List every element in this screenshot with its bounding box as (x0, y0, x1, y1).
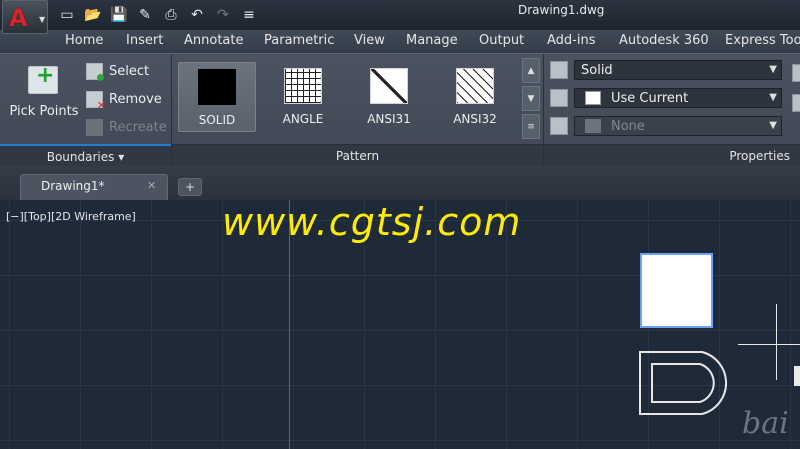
hatch-color-select[interactable]: Use Current ▼ (574, 88, 782, 108)
tab-express-tools[interactable]: Express Tools (725, 33, 800, 48)
recreate-button[interactable]: Recreate (86, 116, 167, 138)
background-color-value: None (611, 118, 645, 134)
properties-title-text: Properties (729, 149, 790, 163)
chevron-down-icon: ▼ (769, 120, 777, 131)
angle-swatch (284, 68, 322, 104)
watermark-logo: bai (742, 406, 789, 441)
new-icon[interactable]: ▭ (56, 5, 78, 25)
pick-points-button[interactable]: Pick Points (8, 62, 80, 130)
tab-home[interactable]: Home (65, 33, 103, 48)
ansi32-swatch (456, 68, 494, 104)
pattern-ansi32[interactable]: ANSI32 (436, 62, 514, 132)
ribbon: Pick Points Select Remove Recreate Bound… (0, 54, 800, 166)
document-title: Drawing1.dwg (518, 3, 605, 17)
remove-icon (86, 90, 106, 112)
chevron-down-icon: ▼ (39, 15, 46, 24)
hatch-type-icon (550, 61, 568, 79)
ribbon-tabs: Home Insert Annotate Parametric View Man… (0, 30, 800, 54)
quick-access-toolbar: ▭ 📂 💾 ✎ ⎙ ↶ ↷ ≡ (56, 4, 260, 26)
file-tab-label: Drawing1* (41, 179, 105, 193)
boundaries-panel: Pick Points Select Remove Recreate Bound… (0, 54, 172, 166)
pattern-panel: SOLID ANGLE ANSI31 ANSI32 ▲ ▼ ≡ Pattern (172, 54, 544, 166)
tab-insert[interactable]: Insert (126, 33, 163, 48)
solid-hatch-square[interactable] (640, 253, 713, 328)
scroll-down-button[interactable]: ▼ (522, 86, 540, 111)
tab-output[interactable]: Output (479, 33, 524, 48)
hatch-type-value: Solid (581, 62, 613, 78)
d-shape-outline[interactable] (638, 350, 742, 416)
application-menu-button[interactable]: A ▼ (2, 0, 48, 34)
pattern-solid[interactable]: SOLID (178, 62, 256, 132)
background-color-select[interactable]: None ▼ (574, 116, 782, 136)
crosshair-horizontal (738, 344, 800, 345)
pattern-angle[interactable]: ANGLE (264, 62, 342, 132)
select-icon (86, 62, 104, 81)
angle-button[interactable] (792, 94, 800, 112)
tab-autodesk-360[interactable]: Autodesk 360 (619, 33, 709, 48)
drawing-viewport[interactable]: [−][Top][2D Wireframe] www.cgtsj.com bai (0, 200, 800, 449)
pattern-ansi31[interactable]: ANSI31 (350, 62, 428, 132)
file-tab-drawing1[interactable]: Drawing1* ✕ (20, 174, 168, 200)
new-tab-button[interactable]: + (178, 178, 202, 196)
autocad-window: A ▼ ▭ 📂 💾 ✎ ⎙ ↶ ↷ ≡ Drawing1.dwg Home In… (0, 0, 800, 449)
tab-view[interactable]: View (354, 33, 385, 48)
autocad-logo-icon: A (9, 4, 28, 32)
plot-icon[interactable]: ⎙ (160, 5, 182, 25)
ansi31-swatch (370, 68, 408, 104)
undo-icon[interactable]: ↶ (186, 5, 208, 25)
file-tab-bar: Drawing1* ✕ + (0, 166, 800, 200)
tab-annotate[interactable]: Annotate (184, 33, 243, 48)
select-label: Select (109, 63, 150, 79)
tab-manage[interactable]: Manage (406, 33, 458, 48)
title-bar: A ▼ ▭ 📂 💾 ✎ ⎙ ↶ ↷ ≡ Drawing1.dwg (0, 0, 800, 34)
properties-panel: Solid ▼ Use Current ▼ None ▼ Properties (544, 54, 800, 166)
hatch-color-value: Use Current (611, 90, 689, 106)
boundaries-panel-title[interactable]: Boundaries ▾ (0, 144, 171, 166)
color-chip (585, 91, 601, 105)
viewport-controls[interactable]: [−][Top][2D Wireframe] (6, 210, 136, 223)
scroll-up-button[interactable]: ▲ (522, 58, 540, 83)
background-color-icon (550, 117, 568, 135)
watermark-text: www.cgtsj.com (222, 200, 522, 244)
hatch-type-row: Solid ▼ (550, 58, 782, 82)
redo-icon[interactable]: ↷ (212, 5, 234, 25)
transparency-button[interactable] (792, 64, 800, 82)
customize-icon[interactable]: ≡ (238, 5, 260, 25)
pattern-label: ANGLE (282, 112, 324, 126)
boundaries-title-text: Boundaries (46, 150, 115, 164)
cursor-pickbox (794, 366, 800, 386)
pattern-label: ANSI31 (367, 112, 411, 126)
hatch-color-row: Use Current ▼ (550, 86, 782, 110)
hatch-type-select[interactable]: Solid ▼ (574, 60, 782, 80)
save-icon[interactable]: 💾 (108, 5, 130, 25)
recreate-icon (86, 118, 103, 136)
hatch-color-icon (550, 89, 568, 107)
pattern-label: ANSI32 (453, 112, 497, 126)
close-icon[interactable]: ✕ (147, 179, 156, 192)
pick-points-icon (28, 63, 58, 94)
tab-add-ins[interactable]: Add-ins (547, 33, 595, 48)
saveas-icon[interactable]: ✎ (134, 5, 156, 25)
pattern-scroll: ▲ ▼ ≡ (522, 58, 540, 144)
pattern-label: SOLID (198, 113, 236, 127)
properties-panel-title: Properties (544, 144, 800, 166)
crosshair-vertical (776, 304, 777, 380)
chevron-down-icon: ▼ (769, 92, 777, 103)
pattern-panel-title: Pattern (172, 144, 543, 166)
remove-button[interactable]: Remove (86, 88, 162, 112)
chevron-down-icon: ▼ (769, 64, 777, 75)
background-color-row: None ▼ (550, 114, 782, 138)
color-chip (585, 119, 601, 133)
open-icon[interactable]: 📂 (82, 5, 104, 25)
select-button[interactable]: Select (86, 60, 149, 82)
tab-parametric[interactable]: Parametric (264, 33, 334, 48)
solid-swatch (198, 69, 236, 105)
expand-gallery-button[interactable]: ≡ (522, 114, 540, 139)
remove-label: Remove (109, 91, 162, 107)
recreate-label: Recreate (109, 119, 167, 135)
pick-points-label: Pick Points (9, 104, 79, 119)
